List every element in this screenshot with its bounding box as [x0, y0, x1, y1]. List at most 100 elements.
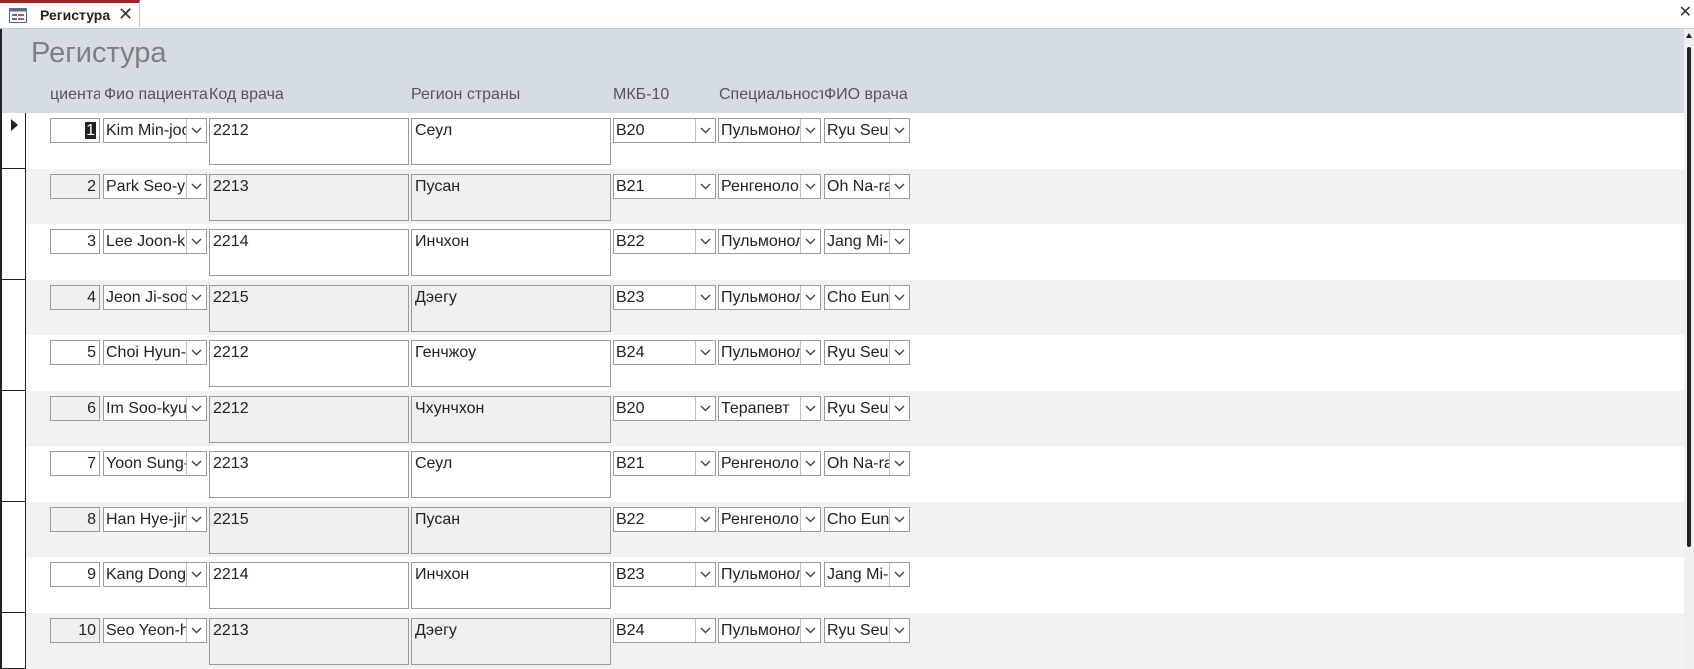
chevron-down-icon[interactable]	[889, 230, 909, 253]
patient-id-field[interactable]: 2	[50, 173, 100, 199]
chevron-down-icon[interactable]	[186, 341, 206, 364]
specialty-combo[interactable]: Терапевт	[718, 395, 821, 421]
chevron-down-icon[interactable]	[695, 285, 715, 309]
scrollbar-thumb[interactable]	[1687, 47, 1691, 547]
doctor-code-field[interactable]: 2213	[209, 451, 409, 498]
patient-id-field[interactable]: 10	[50, 617, 100, 643]
close-icon[interactable]: ✕	[118, 4, 133, 25]
patient-id-field[interactable]: 4	[50, 284, 100, 310]
chevron-down-icon[interactable]	[186, 618, 206, 642]
icd10-combo[interactable]: B20	[613, 118, 716, 143]
doctor-code-field[interactable]: 2214	[209, 229, 409, 276]
record-selector[interactable]	[2, 390, 26, 447]
doctor-code-field[interactable]: 2214	[209, 562, 409, 609]
specialty-combo[interactable]: Ренгенолог	[718, 506, 821, 532]
record-selector[interactable]	[2, 113, 26, 169]
record-selector[interactable]	[2, 168, 26, 225]
chevron-down-icon[interactable]	[186, 174, 206, 198]
chevron-down-icon[interactable]	[186, 563, 206, 586]
chevron-down-icon[interactable]	[800, 119, 820, 142]
doctor-code-field[interactable]: 2215	[209, 284, 409, 332]
patient-id-field[interactable]: 5	[50, 340, 100, 365]
chevron-down-icon[interactable]	[889, 341, 909, 364]
patient-id-field[interactable]: 1	[50, 118, 100, 143]
chevron-down-icon[interactable]	[695, 119, 715, 142]
specialty-combo[interactable]: Пульмонол	[718, 229, 821, 254]
chevron-down-icon[interactable]	[695, 452, 715, 475]
region-field[interactable]: Пусан	[411, 506, 611, 554]
patient-id-field[interactable]: 8	[50, 506, 100, 532]
doctor-name-combo[interactable]: Cho Eun-	[824, 284, 910, 310]
patient-name-combo[interactable]: Kim Min-joo	[103, 118, 207, 143]
chevron-down-icon[interactable]	[800, 174, 820, 198]
record-selector[interactable]	[2, 279, 26, 336]
patient-name-combo[interactable]: Lee Joon-ki	[103, 229, 207, 254]
region-field[interactable]: Сеул	[411, 451, 611, 498]
chevron-down-icon[interactable]	[695, 563, 715, 586]
patient-id-field[interactable]: 9	[50, 562, 100, 587]
chevron-down-icon[interactable]	[695, 396, 715, 420]
chevron-down-icon[interactable]	[889, 618, 909, 642]
doctor-name-combo[interactable]: Ryu Seun	[824, 617, 910, 643]
doctor-code-field[interactable]: 2213	[209, 173, 409, 221]
region-field[interactable]: Сеул	[411, 118, 611, 165]
chevron-down-icon[interactable]	[889, 452, 909, 475]
close-icon[interactable]: ✕	[1679, 2, 1692, 22]
chevron-down-icon[interactable]	[695, 341, 715, 364]
icd10-combo[interactable]: B24	[613, 340, 716, 365]
region-field[interactable]: Пусан	[411, 173, 611, 221]
doctor-name-combo[interactable]: Oh Na-ra	[824, 451, 910, 476]
region-field[interactable]: Инчхон	[411, 229, 611, 276]
icd10-combo[interactable]: B22	[613, 229, 716, 254]
doctor-name-combo[interactable]: Jang Mi-k	[824, 229, 910, 254]
region-field[interactable]: Дэегу	[411, 617, 611, 665]
specialty-combo[interactable]: Ренгенолог	[718, 451, 821, 476]
chevron-down-icon[interactable]	[186, 285, 206, 309]
patient-name-combo[interactable]: Im Soo-kyun	[103, 395, 207, 421]
chevron-down-icon[interactable]	[800, 507, 820, 531]
patient-id-field[interactable]: 7	[50, 451, 100, 476]
chevron-down-icon[interactable]	[800, 618, 820, 642]
patient-name-combo[interactable]: Yoon Sung-j	[103, 451, 207, 476]
patient-name-combo[interactable]: Choi Hyun-w	[103, 340, 207, 365]
chevron-down-icon[interactable]	[889, 174, 909, 198]
chevron-down-icon[interactable]	[889, 507, 909, 531]
record-selector[interactable]	[2, 335, 26, 391]
scroll-up-icon[interactable]	[1686, 33, 1692, 38]
doctor-name-combo[interactable]: Ryu Seun	[824, 118, 910, 143]
record-selector[interactable]	[2, 501, 26, 558]
chevron-down-icon[interactable]	[186, 507, 206, 531]
doctor-name-combo[interactable]: Cho Eun-	[824, 506, 910, 532]
icd10-combo[interactable]: B23	[613, 562, 716, 587]
chevron-down-icon[interactable]	[800, 341, 820, 364]
doctor-code-field[interactable]: 2215	[209, 506, 409, 554]
patient-name-combo[interactable]: Park Seo-ye	[103, 173, 207, 199]
specialty-combo[interactable]: Ренгенолог	[718, 173, 821, 199]
patient-name-combo[interactable]: Jeon Ji-soo	[103, 284, 207, 310]
specialty-combo[interactable]: Пульмонол	[718, 284, 821, 310]
chevron-down-icon[interactable]	[889, 396, 909, 420]
chevron-down-icon[interactable]	[695, 230, 715, 253]
patient-name-combo[interactable]: Seo Yeon-h	[103, 617, 207, 643]
patient-id-field[interactable]: 6	[50, 395, 100, 421]
chevron-down-icon[interactable]	[800, 230, 820, 253]
patient-name-combo[interactable]: Han Hye-jin	[103, 506, 207, 532]
specialty-combo[interactable]: Пульмонол	[718, 118, 821, 143]
icd10-combo[interactable]: B23	[613, 284, 716, 310]
icd10-combo[interactable]: B20	[613, 395, 716, 421]
doctor-code-field[interactable]: 2212	[209, 395, 409, 443]
doctor-name-combo[interactable]: Ryu Seun	[824, 340, 910, 365]
chevron-down-icon[interactable]	[889, 563, 909, 586]
chevron-down-icon[interactable]	[800, 563, 820, 586]
record-selector[interactable]	[2, 557, 26, 613]
vertical-scrollbar[interactable]	[1684, 29, 1694, 669]
icd10-combo[interactable]: B24	[613, 617, 716, 643]
specialty-combo[interactable]: Пульмонол	[718, 562, 821, 587]
chevron-down-icon[interactable]	[889, 119, 909, 142]
chevron-down-icon[interactable]	[186, 452, 206, 475]
doctor-code-field[interactable]: 2212	[209, 118, 409, 165]
region-field[interactable]: Генчжоу	[411, 340, 611, 387]
record-selector[interactable]	[2, 612, 26, 669]
record-selector[interactable]	[2, 224, 26, 280]
doctor-name-combo[interactable]: Ryu Seun	[824, 395, 910, 421]
